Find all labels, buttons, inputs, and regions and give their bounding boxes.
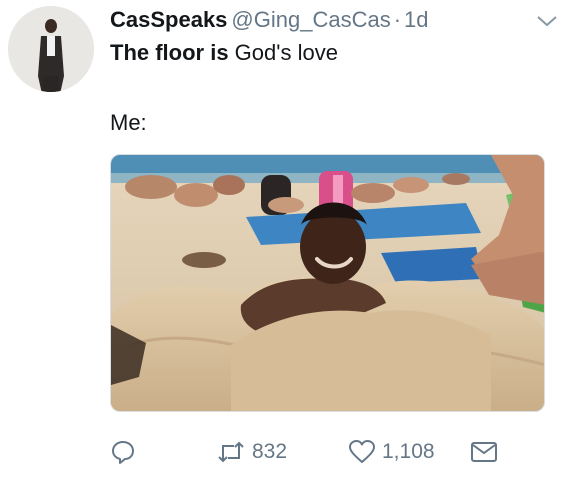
heart-icon — [349, 440, 375, 463]
separator-dot: · — [393, 7, 402, 32]
retweet-count: 832 — [252, 440, 288, 463]
avatar[interactable] — [8, 6, 94, 92]
tweet-media[interactable] — [110, 154, 545, 412]
tweet-text-line-2: Me: — [110, 110, 147, 135]
envelope-icon — [471, 442, 497, 462]
tweet-text-line-1: The floor is God's love — [110, 38, 338, 68]
tweet-text-bold: The floor is — [110, 40, 229, 65]
direct-message-button[interactable] — [470, 436, 498, 468]
retweet-button[interactable]: 832 — [216, 436, 287, 468]
tweet: CasSpeaks @Ging_CasCas · 1d The floor is Go… — [0, 0, 572, 479]
retweet-icon — [218, 441, 244, 463]
display-name[interactable]: CasSpeaks — [110, 7, 227, 32]
reply-button[interactable] — [110, 436, 136, 468]
tweet-actions: 832 1,108 — [0, 436, 572, 468]
user-handle[interactable]: @Ging_CasCas — [231, 7, 390, 32]
reply-icon — [112, 441, 134, 464]
chevron-down-icon[interactable] — [536, 14, 558, 28]
tweet-header: CasSpeaks @Ging_CasCas · 1d — [110, 6, 429, 34]
like-button[interactable]: 1,108 — [348, 436, 435, 468]
avatar-image — [8, 6, 94, 92]
tweet-text-normal: God's love — [228, 40, 338, 65]
like-count: 1,108 — [382, 440, 435, 463]
beach-photo — [111, 155, 544, 411]
timestamp[interactable]: 1d — [404, 7, 428, 32]
